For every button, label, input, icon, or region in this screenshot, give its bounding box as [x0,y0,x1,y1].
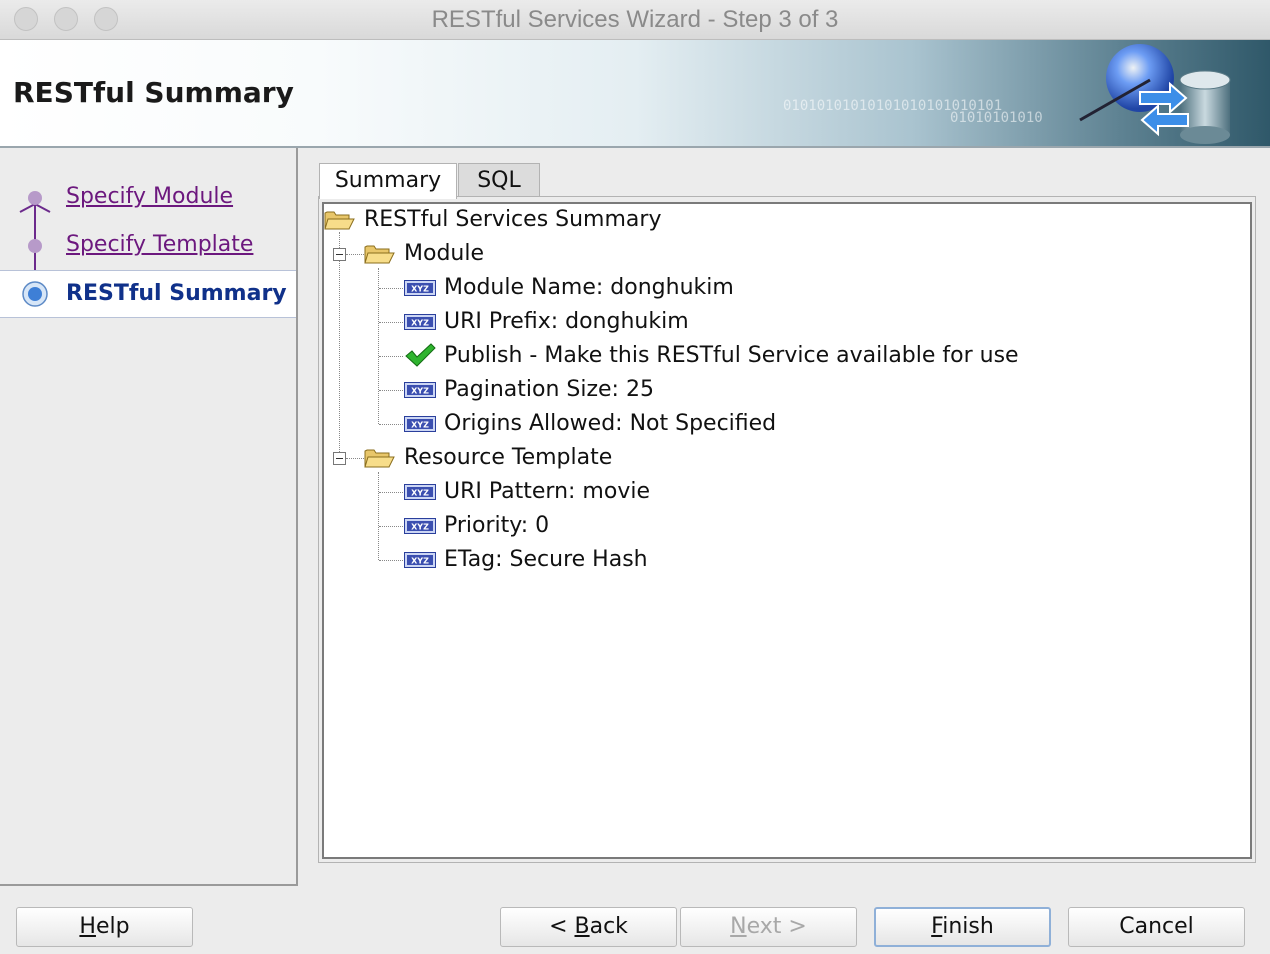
tree-item-publish[interactable]: Publish - Make this RESTful Service avai… [444,343,1019,368]
tree-line [378,268,379,424]
tab-sql[interactable]: SQL [458,163,540,197]
variable-icon: XYZ [404,484,436,500]
wizard-steps-panel: Specify Module Specify Template RESTful … [0,148,298,886]
binary-decoration-2: 01010101010 [950,110,1043,126]
finish-button[interactable]: Finish [874,907,1051,947]
back-arrow: < [549,914,575,939]
next-mnemonic: N [730,914,747,939]
tree-line [379,526,403,527]
help-label: elp [95,914,130,939]
database-globe-icon [1079,44,1231,144]
tree-line [346,254,364,255]
template-collapse-toggle[interactable] [333,452,346,465]
help-button[interactable]: Help [16,907,193,947]
variable-icon: XYZ [404,314,436,330]
variable-icon: XYZ [404,552,436,568]
svg-text:XYZ: XYZ [411,557,429,566]
finish-mnemonic: F [931,914,943,939]
tree-item-etag[interactable]: ETag: Secure Hash [444,547,648,572]
help-mnemonic: H [79,914,96,939]
step-restful-summary-label: RESTful Summary [66,281,287,306]
tree-line [379,390,403,391]
tab-summary[interactable]: Summary [319,163,457,199]
back-label: ack [589,914,628,939]
step-specify-template[interactable]: Specify Template [66,232,253,257]
window-title: RESTful Services Wizard - Step 3 of 3 [431,6,839,33]
svg-text:XYZ: XYZ [411,285,429,294]
title-bar: RESTful Services Wizard - Step 3 of 3 [0,0,1270,40]
next-label: ext > [746,914,807,939]
tree-line [379,424,403,425]
tree-item-module-name[interactable]: Module Name: donghukim [444,275,734,300]
checkmark-icon [405,343,436,367]
tree-item-uri-pattern[interactable]: URI Pattern: movie [444,479,650,504]
tree-module-label[interactable]: Module [404,241,484,266]
svg-text:XYZ: XYZ [411,319,429,328]
step-specify-module[interactable]: Specify Module [66,184,233,209]
tree-line [379,560,403,561]
folder-open-icon [324,211,355,230]
tree-item-origins-allowed[interactable]: Origins Allowed: Not Specified [444,411,776,436]
svg-text:XYZ: XYZ [411,523,429,532]
tree-line [379,492,403,493]
tree-resource-template-label[interactable]: Resource Template [404,445,612,470]
cancel-button[interactable]: Cancel [1068,907,1245,947]
tree-line [339,232,340,460]
module-collapse-toggle[interactable] [333,248,346,261]
tree-line [346,458,364,459]
tree-line [378,472,379,560]
variable-icon: XYZ [404,416,436,432]
tree-item-pagination-size[interactable]: Pagination Size: 25 [444,377,654,402]
finish-label: inish [942,914,994,939]
header-banner: RESTful Summary 010101010101010101010101… [0,40,1270,148]
page-title: RESTful Summary [13,76,294,109]
folder-open-icon [364,449,395,468]
svg-text:XYZ: XYZ [411,421,429,430]
step-restful-summary[interactable]: RESTful Summary [0,270,296,318]
tree-item-uri-prefix[interactable]: URI Prefix: donghukim [444,309,689,334]
variable-icon: XYZ [404,280,436,296]
back-mnemonic: B [574,914,590,939]
svg-text:XYZ: XYZ [411,489,429,498]
folder-open-icon [364,245,395,264]
back-button[interactable]: < Back [500,907,677,947]
tree-line [379,322,403,323]
tree-item-priority[interactable]: Priority: 0 [444,513,549,538]
tree-root-label[interactable]: RESTful Services Summary [364,207,661,232]
svg-text:XYZ: XYZ [411,387,429,396]
tree-line [379,356,403,357]
current-step-icon [22,281,48,307]
next-button[interactable]: Next > [680,907,857,947]
variable-icon: XYZ [404,518,436,534]
tree-line [379,288,403,289]
variable-icon: XYZ [404,382,436,398]
